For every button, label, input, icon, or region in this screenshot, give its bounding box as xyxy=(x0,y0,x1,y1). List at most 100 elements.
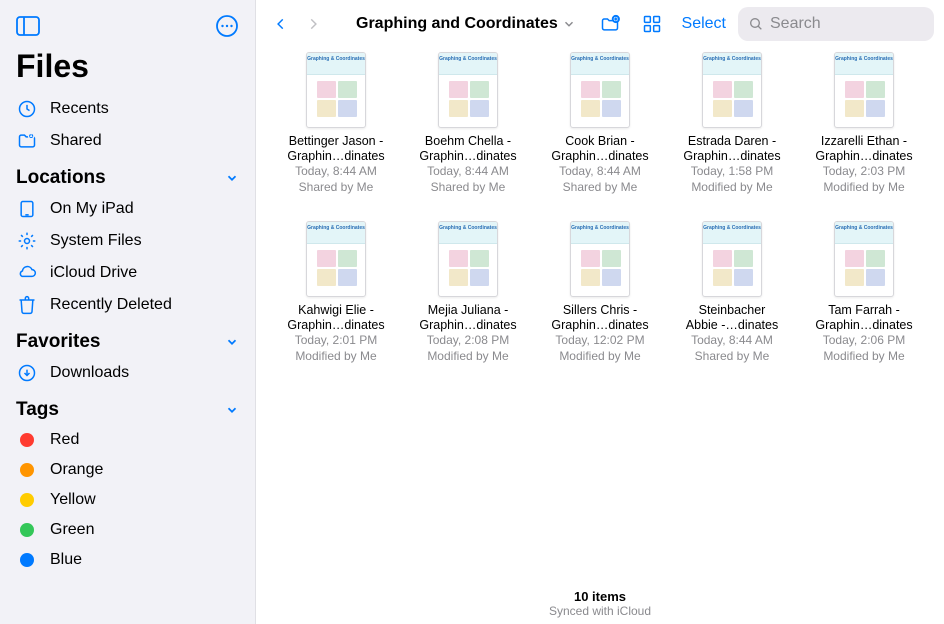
sidebar-item-label: Green xyxy=(50,521,94,539)
file-status: Shared by Me xyxy=(299,180,374,196)
more-menu-icon[interactable] xyxy=(213,12,241,40)
file-time: Today, 2:08 PM xyxy=(427,333,510,349)
file-name: Tam Farrah -Graphin…dinates xyxy=(815,303,912,333)
sidebar-item-label: Recently Deleted xyxy=(50,296,172,314)
view-mode-button[interactable] xyxy=(634,14,670,34)
search-field[interactable] xyxy=(738,7,934,41)
file-time: Today, 8:44 AM xyxy=(295,164,377,180)
file-item[interactable]: Graphing & Coordinates Bettinger Jason -G… xyxy=(278,52,394,195)
sidebar-item-label: On My iPad xyxy=(50,200,134,218)
chevron-down-icon xyxy=(225,171,239,185)
sidebar-item-label: System Files xyxy=(50,232,142,250)
file-item[interactable]: Graphing & Coordinates Tam Farrah -Graphi… xyxy=(806,221,922,364)
shared-folder-icon xyxy=(16,131,38,151)
file-time: Today, 8:44 AM xyxy=(691,333,773,349)
file-status: Shared by Me xyxy=(431,180,506,196)
chevron-down-icon xyxy=(562,17,576,31)
file-item[interactable]: Graphing & Coordinates Mejia Juliana -Gra… xyxy=(410,221,526,364)
new-folder-button[interactable] xyxy=(590,14,630,34)
file-name: Izzarelli Ethan -Graphin…dinates xyxy=(815,134,912,164)
tag-dot-icon xyxy=(16,523,38,537)
sidebar-item-label: Downloads xyxy=(50,364,129,382)
clock-icon xyxy=(16,99,38,119)
app-title: Files xyxy=(0,42,255,93)
file-name: Boehm Chella -Graphin…dinates xyxy=(419,134,516,164)
file-item[interactable]: Graphing & CoordinatesBoehm Chella -Grap… xyxy=(410,52,526,195)
file-name: Bettinger Jason -Graphin…dinates xyxy=(287,134,384,164)
sidebar-item-onmyipad[interactable]: On My iPad xyxy=(0,193,255,225)
sidebar-tag-red[interactable]: Red xyxy=(0,425,255,455)
file-name: Mejia Juliana -Graphin…dinates xyxy=(419,303,516,333)
sidebar-item-label: Recents xyxy=(50,100,109,118)
file-status: Modified by Me xyxy=(823,349,904,365)
sidebar-item-iclouddrive[interactable]: iCloud Drive xyxy=(0,257,255,289)
file-thumbnail: Graphing & Coordinates xyxy=(834,221,894,297)
file-item[interactable]: Graphing & CoordinatesSillers Chris -Gra… xyxy=(542,221,658,364)
section-label: Locations xyxy=(16,167,106,189)
toggle-sidebar-icon[interactable] xyxy=(14,12,42,40)
tag-dot-icon xyxy=(16,493,38,507)
file-status: Modified by Me xyxy=(823,180,904,196)
file-time: Today, 8:44 AM xyxy=(427,164,509,180)
sidebar-item-recentlydeleted[interactable]: Recently Deleted xyxy=(0,289,255,321)
section-favorites[interactable]: Favorites xyxy=(0,321,255,357)
sidebar-tag-blue[interactable]: Blue xyxy=(0,545,255,575)
select-button[interactable]: Select xyxy=(674,15,734,33)
file-item[interactable]: Graphing & Coordinates Cook Brian -Graphi… xyxy=(542,52,658,195)
sync-status: Synced with iCloud xyxy=(256,604,944,618)
section-label: Favorites xyxy=(16,331,100,353)
file-name: Kahwigi Elie -Graphin…dinates xyxy=(287,303,384,333)
section-label: Tags xyxy=(16,399,59,421)
file-status: Shared by Me xyxy=(695,349,770,365)
gear-icon xyxy=(16,231,38,251)
sidebar-item-shared[interactable]: Shared xyxy=(0,125,255,157)
section-locations[interactable]: Locations xyxy=(0,157,255,193)
search-input[interactable] xyxy=(770,15,944,33)
file-thumbnail: Graphing & Coordinates xyxy=(306,52,366,128)
file-name: SteinbacherAbbie -…dinates xyxy=(686,303,778,333)
forward-button[interactable] xyxy=(298,14,328,34)
file-status: Modified by Me xyxy=(559,349,640,365)
sidebar-item-label: Yellow xyxy=(50,491,96,509)
sidebar-tag-yellow[interactable]: Yellow xyxy=(0,485,255,515)
file-name: Cook Brian -Graphin…dinates xyxy=(551,134,648,164)
sidebar-item-label: Orange xyxy=(50,461,103,479)
sidebar-item-label: iCloud Drive xyxy=(50,264,137,282)
toolbar: Graphing and Coordinates Select xyxy=(256,0,944,48)
file-thumbnail: Graphing & Coordinates xyxy=(306,221,366,297)
section-tags[interactable]: Tags xyxy=(0,389,255,425)
sidebar-item-systemfiles[interactable]: System Files xyxy=(0,225,255,257)
file-status: Shared by Me xyxy=(563,180,638,196)
sidebar-tag-green[interactable]: Green xyxy=(0,515,255,545)
breadcrumb[interactable]: Graphing and Coordinates xyxy=(356,15,576,33)
back-button[interactable] xyxy=(266,14,296,34)
file-item[interactable]: Graphing & CoordinatesEstrada Daren -Gra… xyxy=(674,52,790,195)
file-thumbnail: Graphing & Coordinates xyxy=(702,221,762,297)
file-item[interactable]: Graphing & Coordinates Kahwigi Elie -Grap… xyxy=(278,221,394,364)
sidebar-item-downloads[interactable]: Downloads xyxy=(0,357,255,389)
file-thumbnail: Graphing & Coordinates xyxy=(834,52,894,128)
sidebar-tag-orange[interactable]: Orange xyxy=(0,455,255,485)
sidebar-item-label: Shared xyxy=(50,132,102,150)
sidebar: Files Recents Shared Locations On My iPa… xyxy=(0,0,256,624)
tag-dot-icon xyxy=(16,463,38,477)
file-thumbnail: Graphing & Coordinates xyxy=(570,52,630,128)
sidebar-item-label: Blue xyxy=(50,551,82,569)
file-time: Today, 12:02 PM xyxy=(555,333,644,349)
files-grid: Graphing & Coordinates Bettinger Jason -G… xyxy=(256,48,944,364)
chevron-down-icon xyxy=(225,335,239,349)
sidebar-item-recents[interactable]: Recents xyxy=(0,93,255,125)
download-icon xyxy=(16,363,38,383)
file-time: Today, 2:01 PM xyxy=(295,333,378,349)
file-item[interactable]: Graphing & Coordinates SteinbacherAbbie -… xyxy=(674,221,790,364)
main-content: Graphing and Coordinates Select Graphing… xyxy=(256,0,944,624)
file-thumbnail: Graphing & Coordinates xyxy=(438,221,498,297)
file-item[interactable]: Graphing & Coordinates Izzarelli Ethan -G… xyxy=(806,52,922,195)
trash-icon xyxy=(16,295,38,315)
tag-dot-icon xyxy=(16,553,38,567)
file-thumbnail: Graphing & Coordinates xyxy=(702,52,762,128)
breadcrumb-label: Graphing and Coordinates xyxy=(356,15,558,33)
cloud-icon xyxy=(16,263,38,283)
file-status: Modified by Me xyxy=(295,349,376,365)
sidebar-item-label: Red xyxy=(50,431,79,449)
